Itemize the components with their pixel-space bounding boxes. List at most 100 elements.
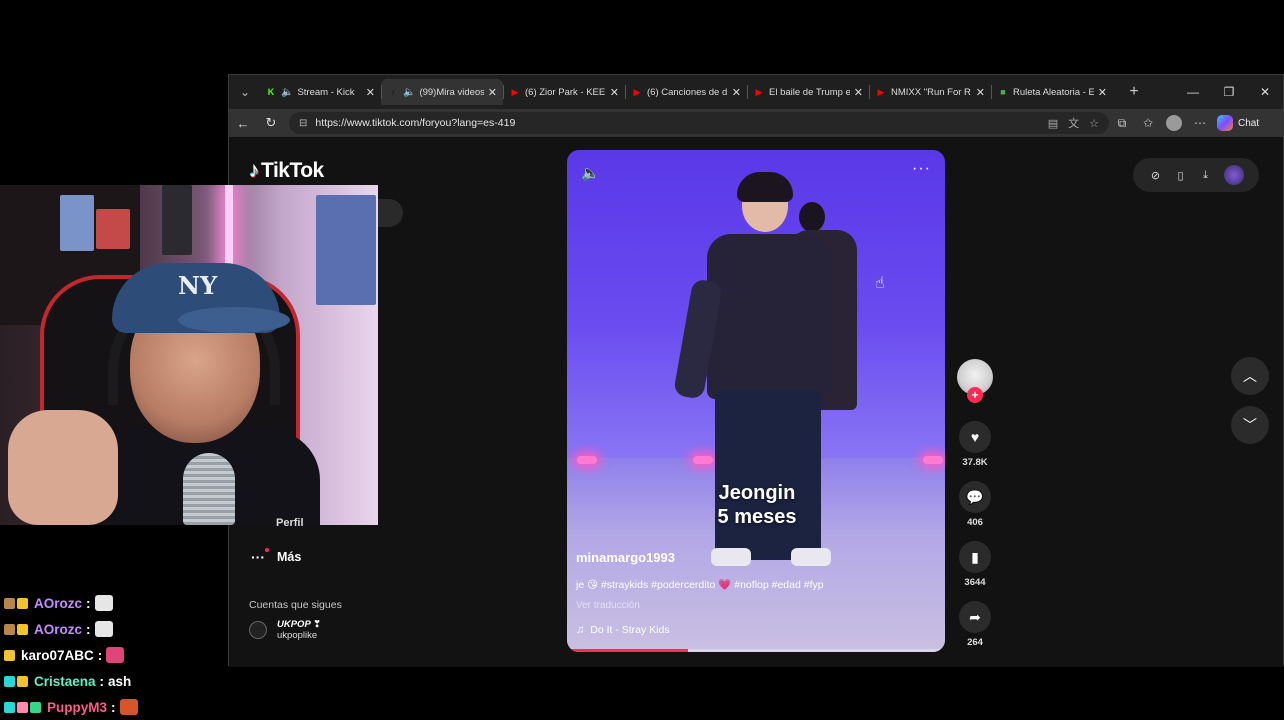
tab-title: Stream - Kick: [297, 86, 355, 98]
browser-window: ⌄ K 🔈 Stream - Kick ✕ ♪ 🔈 (99)Mira videos ✕ ▶ (6)…: [228, 74, 1284, 667]
followed-account[interactable]: UKPOP ❣ ukpoplike: [249, 619, 321, 641]
tab-title: NMIXX "Run For R: [891, 86, 971, 98]
chat-badge-icon: [4, 623, 15, 635]
favorites-icon[interactable]: ✩: [1135, 116, 1161, 130]
tab-list-chevron-icon[interactable]: ⌄: [231, 78, 259, 106]
url-text[interactable]: https://www.tiktok.com/foryou?lang=es-41…: [315, 117, 1037, 129]
chat-username[interactable]: karo07ABC: [21, 648, 94, 663]
video-progress-bar[interactable]: [567, 649, 945, 652]
video-author[interactable]: minamargo1993: [576, 550, 675, 565]
chat-emote-icon: [119, 699, 138, 715]
tab-favicon-icon: ♪: [390, 87, 396, 97]
account-handle: ukpoplike: [277, 630, 318, 641]
tab-close-icon[interactable]: ✕: [732, 86, 741, 99]
autoscroll-icon[interactable]: ⊘: [1143, 169, 1168, 182]
webcam-overlay: NY: [0, 185, 378, 525]
device-icon[interactable]: ▯: [1168, 169, 1193, 182]
video-more-icon[interactable]: ···: [912, 160, 931, 178]
volume-icon[interactable]: 🔈: [581, 164, 600, 182]
tab-close-icon[interactable]: ✕: [488, 86, 497, 99]
stage-light: [693, 456, 713, 464]
chat-badge-icon: [17, 675, 28, 687]
chat-message: karo07ABC:: [4, 642, 224, 668]
chat-badge-icon: [4, 701, 15, 713]
tab-close-icon[interactable]: ✕: [854, 86, 863, 99]
stream-chat: AOrozc: AOrozc: karo07ABC: Cristaena: ash Pup…: [4, 590, 224, 720]
profile-avatar[interactable]: [1166, 115, 1182, 131]
tab-favicon-icon: ▶: [877, 86, 885, 97]
copilot-chat-button[interactable]: Chat: [1217, 115, 1259, 131]
chat-username[interactable]: AOrozc: [34, 596, 82, 611]
tab-audio-icon[interactable]: 🔈: [281, 87, 293, 98]
microphone: [183, 453, 235, 525]
user-avatar[interactable]: [1224, 165, 1244, 185]
chat-badge-icon: [17, 701, 28, 713]
browser-tab[interactable]: ▶ (6) Canciones de d ✕: [625, 79, 747, 105]
tab-strip: ⌄ K 🔈 Stream - Kick ✕ ♪ 🔈 (99)Mira videos ✕ ▶ (6)…: [229, 75, 1283, 109]
minimize-icon[interactable]: —: [1175, 85, 1211, 99]
tab-title: (6) Zior Park - KEEP: [525, 86, 606, 98]
reload-icon[interactable]: ↻: [257, 115, 285, 131]
poster: [316, 195, 376, 305]
tab-close-icon[interactable]: ✕: [610, 86, 619, 99]
more-menu-icon[interactable]: ⋯: [1187, 116, 1213, 130]
comment-button[interactable]: 💬 406: [957, 481, 993, 528]
address-bar[interactable]: ⊟ https://www.tiktok.com/foryou?lang=es-…: [289, 112, 1109, 134]
video-music[interactable]: ♫ Do It - Stray Kids: [576, 624, 670, 636]
chat-emote-icon: [106, 647, 125, 663]
previous-video-button[interactable]: ︿: [1231, 357, 1269, 395]
next-video-button[interactable]: ﹀: [1231, 406, 1269, 444]
heart-icon: ♥: [959, 421, 991, 453]
like-button[interactable]: ♥ 37.8K: [957, 421, 993, 468]
site-info-icon[interactable]: ⊟: [299, 118, 307, 129]
sidebar-item-profile[interactable]: Perfil: [276, 517, 304, 529]
dancer-shoe: [791, 548, 831, 566]
reading-view-icon[interactable]: ▤: [1048, 117, 1058, 130]
chat-emote-icon: [94, 595, 113, 611]
chat-username[interactable]: Cristaena: [34, 674, 96, 689]
chat-separator: :: [86, 621, 91, 637]
follow-plus-icon[interactable]: +: [967, 387, 983, 403]
share-button[interactable]: ➦ 264: [957, 601, 993, 648]
favorite-star-icon[interactable]: ☆: [1089, 117, 1099, 130]
browser-tab[interactable]: K 🔈 Stream - Kick ✕: [259, 79, 381, 105]
save-button[interactable]: ▮ 3644: [957, 541, 993, 588]
tiktok-logo[interactable]: ♪ TikTok: [249, 159, 324, 183]
share-count: 264: [967, 637, 983, 648]
cap-brim: [178, 307, 290, 333]
like-count: 37.8K: [962, 457, 988, 468]
raised-hand: [8, 410, 118, 525]
tab-close-icon[interactable]: ✕: [976, 86, 985, 99]
chat-message: AOrozc:: [4, 616, 224, 642]
chat-message: AOrozc:: [4, 590, 224, 616]
logo-text: TikTok: [261, 159, 324, 182]
new-tab-button[interactable]: +: [1121, 83, 1147, 101]
split-screen-icon[interactable]: ⧉: [1109, 116, 1135, 131]
translate-link[interactable]: Ver traducción: [576, 600, 640, 611]
close-window-icon[interactable]: ✕: [1247, 85, 1283, 99]
video-player[interactable]: 🔈 ··· Jeongin 5 meses minamargo1993 je 😘…: [567, 150, 945, 652]
chat-username[interactable]: AOrozc: [34, 622, 82, 637]
tab-close-icon[interactable]: ✕: [1098, 86, 1107, 99]
save-count: 3644: [964, 577, 986, 588]
browser-tab[interactable]: ▶ El baile de Trump e ✕: [747, 79, 869, 105]
download-icon[interactable]: ⤓: [1193, 169, 1218, 182]
chat-username[interactable]: PuppyM3: [47, 700, 107, 715]
browser-tab[interactable]: ♪ 🔈 (99)Mira videos ✕: [381, 79, 503, 105]
tab-close-icon[interactable]: ✕: [366, 86, 375, 99]
more-dots-icon: ···: [251, 548, 269, 565]
chat-badge-icon: [17, 597, 28, 609]
poster: [96, 209, 130, 249]
translate-icon[interactable]: 文: [1068, 115, 1079, 131]
restore-icon[interactable]: ❐: [1211, 85, 1247, 99]
back-arrow-icon[interactable]: ←: [229, 116, 257, 131]
browser-tab[interactable]: ▶ (6) Zior Park - KEEP ✕: [503, 79, 625, 105]
browser-tab[interactable]: ■ Ruleta Aleatoria - E ✕: [991, 79, 1113, 105]
dancer-hair: [737, 172, 793, 202]
chat-separator: :: [86, 595, 91, 611]
browser-tab[interactable]: ▶ NMIXX "Run For R ✕: [869, 79, 991, 105]
dancer-pants: [715, 390, 821, 560]
music-title: Do It - Stray Kids: [590, 624, 670, 636]
sidebar-item-more[interactable]: ··· Más: [251, 548, 301, 565]
tab-audio-icon[interactable]: 🔈: [403, 87, 415, 98]
